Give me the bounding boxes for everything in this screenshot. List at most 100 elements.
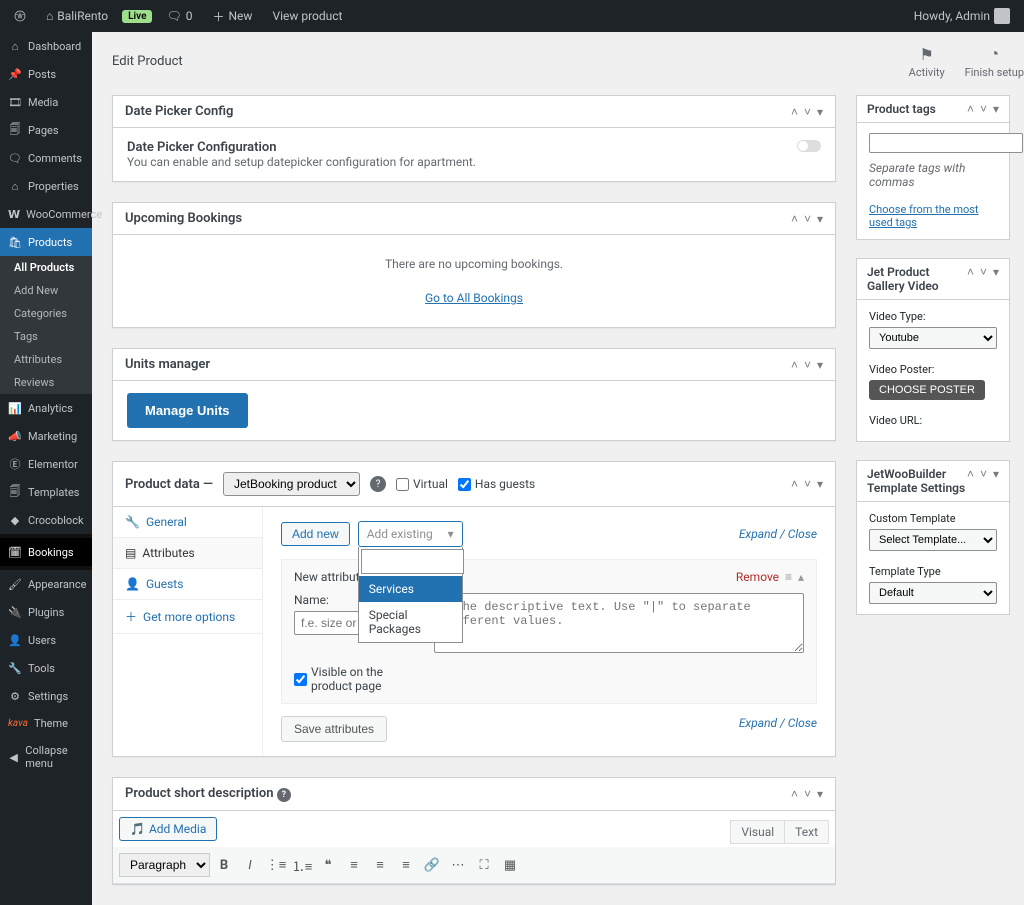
go-to-bookings-link[interactable]: Go to All Bookings [425,291,523,305]
sidebar-item[interactable]: 🖌Appearance [0,570,92,598]
finish-setup-action[interactable]: ◔ Finish setup [965,44,1024,79]
help-icon[interactable]: ? [277,788,291,802]
new-link[interactable]: ＋ New [206,0,258,32]
bullet-list-icon[interactable]: ⋮≡ [264,853,288,877]
save-attributes-button[interactable]: Save attributes [281,716,387,742]
sidebar-item[interactable]: 📌Posts [0,60,92,88]
remove-link[interactable]: Remove [736,570,779,584]
tab-attributes[interactable]: ▤Attributes [113,538,262,569]
video-type-select[interactable]: Youtube [869,327,997,349]
panel-toggle-icon[interactable]: ▾ [993,467,999,495]
panel-up-icon[interactable]: ˄ [967,467,974,495]
panel-up-icon[interactable]: ˄ [791,477,798,491]
howdy[interactable]: Howdy, Admin [908,0,1016,32]
help-icon[interactable]: ? [370,476,386,492]
panel-down-icon[interactable]: ˅ [980,102,987,116]
panel-toggle-icon[interactable]: ▾ [993,265,999,293]
sidebar-item[interactable]: ⌂Dashboard [0,32,92,60]
sidebar-item[interactable]: 🛍Products [0,228,92,256]
quote-icon[interactable]: ❝ [316,853,340,877]
submenu-item[interactable]: Add New [0,279,92,302]
choose-poster-button[interactable]: CHOOSE POSTER [869,380,985,400]
sidebar-item[interactable]: 🎞Media [0,88,92,116]
sidebar-item-theme[interactable]: kavaTheme [0,710,92,737]
dropdown-option-services[interactable]: Services [359,576,462,602]
sidebar-item[interactable]: 🔧Tools [0,654,92,682]
sidebar-item[interactable]: 𝗪WooCommerce [0,200,92,228]
panel-down-icon[interactable]: ˅ [804,787,811,801]
text-tab[interactable]: Text [784,820,829,844]
panel-toggle-icon[interactable]: ▾ [817,105,823,119]
expand-close-link[interactable]: Expand / Close [739,527,817,541]
add-new-button[interactable]: Add new [281,522,350,546]
panel-down-icon[interactable]: ˅ [804,105,811,119]
align-left-icon[interactable]: ≡ [342,853,366,877]
visible-checkbox-wrap[interactable]: Visible on the product page [294,665,404,693]
align-right-icon[interactable]: ≡ [394,853,418,877]
drag-icon[interactable]: ≡ [785,570,792,584]
panel-up-icon[interactable]: ˄ [791,358,798,372]
attr-values-textarea[interactable] [434,593,804,653]
tab-general[interactable]: 🔧General [113,507,262,538]
add-media-button[interactable]: 🎵Add Media [119,817,217,841]
template-type-select[interactable]: Default [869,582,997,604]
panel-up-icon[interactable]: ˄ [791,787,798,801]
panel-up-icon[interactable]: ˄ [967,265,974,293]
site-link[interactable]: ⌂ BaliRento [40,0,114,32]
visible-checkbox[interactable] [294,673,307,686]
collapse-menu[interactable]: ◀Collapse menu [0,737,92,777]
custom-template-select[interactable]: Select Template... [869,529,997,551]
tab-guests[interactable]: 👤Guests [113,569,262,600]
panel-down-icon[interactable]: ˅ [804,477,811,491]
sidebar-item[interactable]: 🗐Pages [0,116,92,144]
panel-toggle-icon[interactable]: ▾ [993,102,999,116]
panel-up-icon[interactable]: ˄ [791,212,798,226]
comments-link[interactable]: 🗨 0 [160,0,198,32]
virtual-checkbox[interactable] [396,478,409,491]
sidebar-item[interactable]: ⚙Settings [0,682,92,710]
expand-close-link-bottom[interactable]: Expand / Close [739,716,817,730]
tag-input[interactable] [869,133,1023,153]
wp-logo[interactable] [8,0,32,32]
add-existing-dropdown[interactable]: Add existing ▾ [358,521,463,547]
submenu-item[interactable]: Categories [0,302,92,325]
number-list-icon[interactable]: ⒈≡ [290,853,314,877]
more-icon[interactable]: ⋯ [446,853,470,877]
sidebar-item[interactable]: ⌂Properties [0,172,92,200]
sidebar-item[interactable]: 🔌Plugins [0,598,92,626]
panel-up-icon[interactable]: ˄ [791,105,798,119]
bold-icon[interactable]: B [212,853,236,877]
dp-toggle[interactable] [797,140,821,152]
sidebar-item[interactable]: 🗨Comments [0,144,92,172]
activity-action[interactable]: ⚑ Activity [909,45,945,79]
panel-down-icon[interactable]: ˅ [804,212,811,226]
submenu-item[interactable]: Reviews [0,371,92,394]
sidebar-item[interactable]: 👤Users [0,626,92,654]
submenu-item[interactable]: Attributes [0,348,92,371]
format-select[interactable]: Paragraph [119,853,210,877]
toolbar-toggle-icon[interactable]: ▦ [498,853,522,877]
dropdown-option-packages[interactable]: Special Packages [359,602,462,642]
fullscreen-icon[interactable]: ⛶ [472,853,496,877]
link-icon[interactable]: 🔗 [420,853,444,877]
sidebar-item[interactable]: 🗐Templates [0,478,92,506]
panel-toggle-icon[interactable]: ▾ [817,477,823,491]
panel-down-icon[interactable]: ˅ [804,358,811,372]
sidebar-item[interactable]: ◆Crocoblock [0,506,92,534]
panel-up-icon[interactable]: ˄ [967,102,974,116]
tab-more-options[interactable]: ＋Get more options [113,600,262,634]
sidebar-item[interactable]: ⒺElementor [0,450,92,478]
submenu-item[interactable]: All Products [0,256,92,279]
align-center-icon[interactable]: ≡ [368,853,392,877]
panel-toggle-icon[interactable]: ▾ [817,212,823,226]
virtual-checkbox-wrap[interactable]: Virtual [396,477,448,491]
dropdown-search-input[interactable] [361,549,464,574]
collapse-icon[interactable]: ▴ [798,570,804,584]
sidebar-item[interactable]: 🗓Bookings [0,538,92,566]
product-type-select[interactable]: JetBooking product [223,472,360,496]
manage-units-button[interactable]: Manage Units [127,393,248,428]
submenu-item[interactable]: Tags [0,325,92,348]
choose-tags-link[interactable]: Choose from the most used tags [869,203,979,229]
panel-down-icon[interactable]: ˅ [980,467,987,495]
visual-tab[interactable]: Visual [730,820,784,844]
